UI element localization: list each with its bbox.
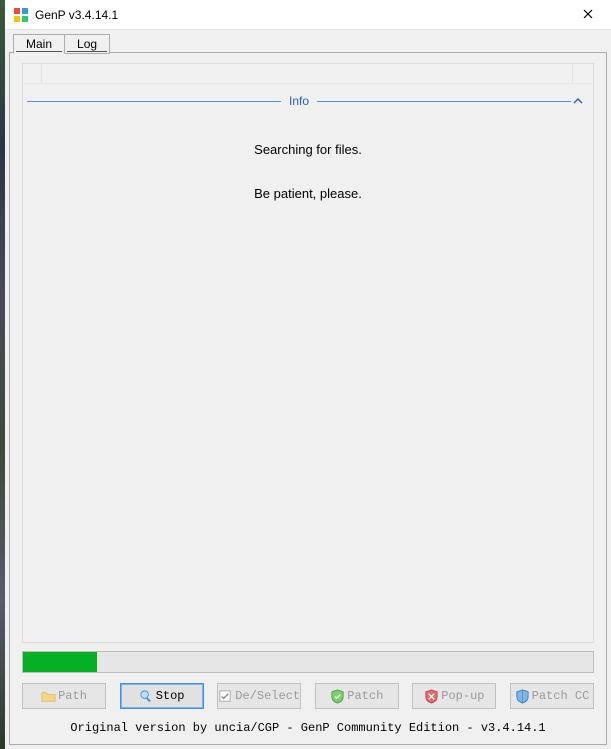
button-label: Patch bbox=[347, 689, 383, 703]
tab-main[interactable]: Main bbox=[13, 34, 65, 54]
progress-bar bbox=[22, 651, 594, 673]
button-label: Stop bbox=[156, 689, 185, 703]
button-label: Path bbox=[58, 689, 87, 703]
info-divider[interactable]: Info bbox=[27, 92, 589, 110]
window-title: GenP v3.4.14.1 bbox=[35, 8, 118, 22]
shield-blue-icon bbox=[515, 689, 530, 704]
folder-icon bbox=[41, 689, 56, 704]
titlebar: GenP v3.4.14.1 bbox=[5, 0, 611, 30]
shield-x-icon bbox=[424, 689, 439, 704]
progress-fill bbox=[23, 652, 97, 672]
tab-label: Log bbox=[77, 37, 97, 51]
close-icon bbox=[583, 6, 593, 23]
info-heading: Info bbox=[281, 94, 317, 108]
button-label: De/Select bbox=[235, 689, 300, 703]
status-line-1: Searching for files. bbox=[23, 142, 593, 157]
file-list-panel: Info Searching for files. Be patient, pl… bbox=[22, 63, 594, 643]
tab-page-main: Info Searching for files. Be patient, pl… bbox=[9, 52, 607, 745]
divider-line bbox=[317, 101, 571, 102]
client-area: Main Log Info Searching for files. Be pa… bbox=[5, 30, 611, 749]
button-label: Pop-up bbox=[441, 689, 484, 703]
tab-strip: Main Log bbox=[13, 34, 109, 54]
status-line-2: Be patient, please. bbox=[23, 186, 593, 201]
tab-label: Main bbox=[26, 37, 52, 51]
button-label: Patch CC bbox=[532, 689, 590, 703]
search-stop-icon bbox=[139, 689, 154, 704]
tab-log[interactable]: Log bbox=[64, 34, 110, 54]
list-header bbox=[23, 64, 593, 84]
patchcc-button: Patch CC bbox=[510, 683, 594, 709]
close-button[interactable] bbox=[565, 0, 611, 30]
button-row: Path Stop De/Select Patch bbox=[22, 683, 594, 711]
app-icon bbox=[13, 7, 29, 23]
footer-text: Original version by uncia/CGP - GenP Com… bbox=[10, 721, 606, 735]
popup-button: Pop-up bbox=[412, 683, 496, 709]
chevron-up-icon[interactable] bbox=[571, 94, 589, 108]
checkbox-icon bbox=[218, 689, 233, 704]
deselect-button: De/Select bbox=[217, 683, 301, 709]
path-button: Path bbox=[22, 683, 106, 709]
shield-check-icon bbox=[330, 689, 345, 704]
patch-button: Patch bbox=[315, 683, 399, 709]
divider-line bbox=[27, 101, 281, 102]
stop-button[interactable]: Stop bbox=[120, 683, 204, 709]
